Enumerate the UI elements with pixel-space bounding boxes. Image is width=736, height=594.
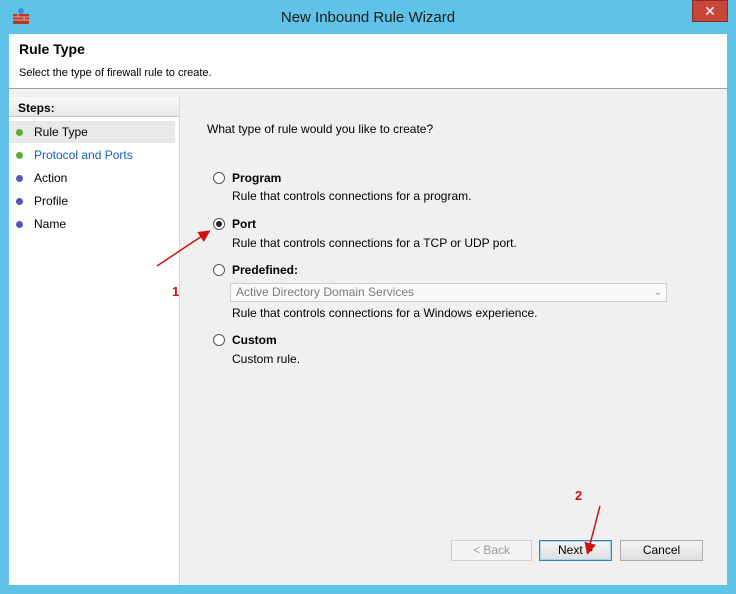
annotation-marker-1: 1: [172, 284, 180, 299]
annotation-arrows: [156, 230, 601, 555]
annotation-arrow-2: [584, 505, 601, 555]
wizard-window: New Inbound Rule Wizard ✕ Rule Type Sele…: [0, 0, 736, 594]
window-bottom-border: [0, 585, 736, 594]
annotation-marker-2: 2: [575, 488, 583, 503]
annotation-arrow-1: [156, 230, 211, 267]
